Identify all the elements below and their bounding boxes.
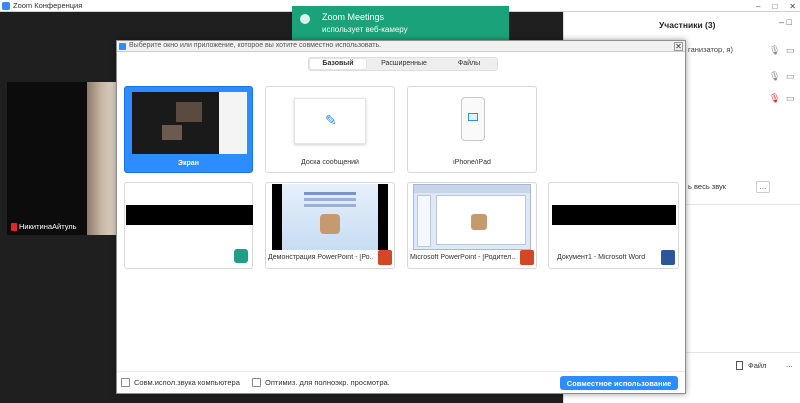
- share-tile-powerpoint-editor[interactable]: Microsoft PowerPoint - [Родител...: [407, 182, 537, 269]
- mic-muted-icon[interactable]: 🎙: [769, 93, 780, 104]
- zoom-app-icon: [2, 2, 10, 10]
- slide-image: [471, 214, 487, 230]
- thumbnail-video: [176, 102, 202, 122]
- optimize-video-label[interactable]: Оптимиз. для полноэкр. просмотра.: [265, 378, 390, 387]
- window-thumbnail: [272, 184, 388, 250]
- close-window-button[interactable]: ✕: [789, 2, 796, 11]
- zoom-meetings-icon: [300, 14, 310, 24]
- tile-label: Документ1 - Microsoft Word: [557, 254, 646, 261]
- dialog-header: Выберите окно или приложение, которое вы…: [117, 41, 685, 52]
- share-audio-checkbox[interactable]: [121, 378, 130, 387]
- file-button[interactable]: Файл: [748, 361, 766, 370]
- maximize-button[interactable]: □: [772, 2, 777, 11]
- powerpoint-icon: [520, 250, 534, 265]
- minimize-button[interactable]: –: [756, 2, 760, 11]
- file-icon[interactable]: [736, 361, 743, 370]
- tab-basic[interactable]: Базовый: [310, 59, 366, 69]
- share-tile-word[interactable]: Документ1 - Microsoft Word: [548, 182, 679, 269]
- window-controls: – □ ✕: [756, 0, 796, 12]
- mute-all-button[interactable]: ь весь звук: [688, 182, 726, 191]
- word-icon: [661, 250, 675, 265]
- share-tile-powerpoint-show[interactable]: Демонстрация PowerPoint - [Ро...: [265, 182, 395, 269]
- participant-video-tile[interactable]: НикитинаАйтуль: [7, 82, 119, 235]
- optimize-video-checkbox[interactable]: [252, 378, 261, 387]
- tab-files[interactable]: Файлы: [442, 59, 496, 69]
- tile-label: Демонстрация PowerPoint - [Ро...: [268, 254, 374, 261]
- share-tile-whiteboard[interactable]: ✎ Доска сообщений: [265, 86, 395, 173]
- participant-name: НикитинаАйтуль: [19, 222, 77, 231]
- tile-label: Доска сообщений: [301, 159, 359, 166]
- tile-label: Экран: [178, 160, 199, 167]
- muted-mic-icon: [11, 223, 17, 231]
- window-thumbnail: [552, 205, 676, 225]
- panel-window-controls[interactable]: – □: [779, 17, 792, 27]
- camera-icon[interactable]: ▭: [786, 93, 795, 104]
- more-options-button[interactable]: ...: [756, 181, 770, 193]
- share-button[interactable]: Совместное использование: [560, 376, 678, 390]
- share-tile-window[interactable]: [124, 182, 253, 269]
- pen-icon: ✎: [325, 112, 337, 128]
- notification-title: Zoom Meetings: [322, 12, 385, 22]
- slide-image: [320, 214, 340, 234]
- ribbon-preview: [414, 185, 530, 193]
- share-tabs: Базовый Расширенные Файлы: [308, 57, 498, 71]
- participant-video-feed: [87, 82, 119, 235]
- thumbnail-video: [162, 125, 182, 140]
- camera-icon[interactable]: ▭: [786, 45, 795, 56]
- zoom-app-icon: [119, 43, 126, 50]
- powerpoint-icon: [378, 250, 392, 265]
- participants-title: Участники (3): [659, 20, 716, 30]
- whiteboard-preview: ✎: [294, 98, 366, 144]
- thumbnail-panel: [219, 92, 247, 154]
- window-thumbnail: [126, 205, 253, 225]
- slide-preview: [282, 184, 378, 250]
- participant-role: ганизатор, я): [688, 45, 733, 54]
- window-thumbnail: [413, 184, 531, 250]
- slides-sidebar-preview: [417, 195, 431, 247]
- notification-subtitle: использует веб-камеру: [322, 25, 408, 34]
- app-icon: [234, 249, 248, 263]
- close-icon[interactable]: ✕: [674, 42, 683, 51]
- chat-more-button[interactable]: ...: [786, 360, 793, 369]
- slide-preview: [436, 195, 526, 245]
- dialog-footer: Совм.испол.звука компьютера Оптимиз. для…: [117, 371, 685, 393]
- share-tile-iphone[interactable]: iPhone/iPad: [407, 86, 537, 173]
- tile-label: Microsoft PowerPoint - [Родител...: [410, 254, 516, 261]
- share-audio-label[interactable]: Совм.испол.звука компьютера: [134, 378, 240, 387]
- tile-label: iPhone/iPad: [453, 159, 491, 166]
- camera-icon[interactable]: ▭: [786, 71, 795, 82]
- screen-thumbnail: [132, 92, 247, 154]
- tab-advanced[interactable]: Расширенные: [367, 59, 441, 69]
- camera-notification[interactable]: Zoom Meetings использует веб-камеру: [292, 6, 509, 40]
- window-title: Zoom Конференция: [13, 1, 83, 10]
- share-screen-dialog: Выберите окно или приложение, которое вы…: [116, 40, 686, 394]
- mic-icon[interactable]: 🎙: [769, 45, 780, 56]
- share-tile-screen[interactable]: Экран: [124, 86, 253, 173]
- phone-icon: [461, 97, 485, 141]
- dialog-instruction: Выберите окно или приложение, которое вы…: [129, 42, 382, 49]
- screen-mirror-icon: [468, 113, 478, 121]
- mic-icon[interactable]: 🎙: [769, 71, 780, 82]
- slide-text-lines: [304, 192, 356, 195]
